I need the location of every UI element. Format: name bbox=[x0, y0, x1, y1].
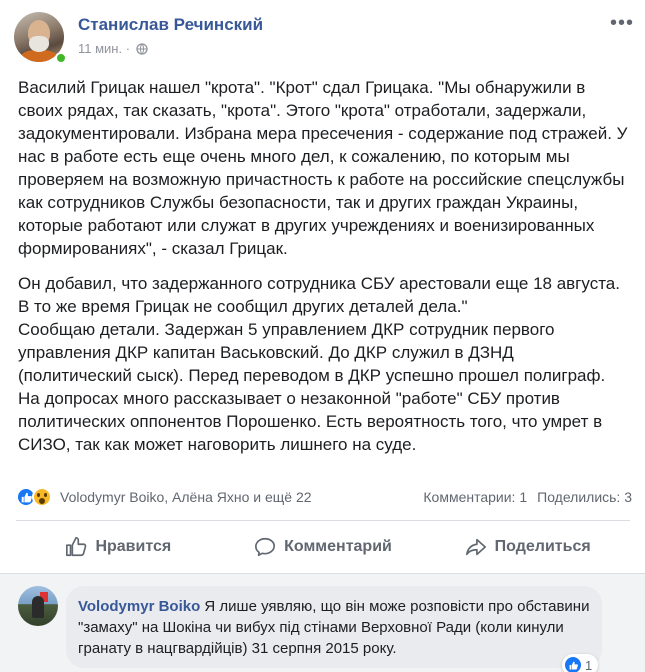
comment-bubble: Volodymyr Boiko Я лише уявляю, що він мо… bbox=[66, 586, 602, 668]
globe-icon bbox=[136, 42, 148, 55]
commenter-avatar[interactable] bbox=[18, 586, 58, 626]
comments-count[interactable]: Комментарии: 1 bbox=[423, 489, 527, 505]
divider bbox=[16, 520, 630, 521]
post-header: Станислав Речинский 11 мин. · ••• bbox=[14, 12, 634, 64]
like-button[interactable]: Нравится bbox=[16, 524, 221, 570]
comment-likes-count: 1 bbox=[585, 657, 593, 672]
online-status-dot bbox=[55, 52, 67, 64]
post-text: Василий Грицак нашел "крота". "Крот" сда… bbox=[18, 76, 630, 468]
wow-reaction-icon bbox=[32, 487, 52, 507]
thumbs-up-icon bbox=[66, 537, 87, 557]
comment-button-label: Комментарий bbox=[284, 538, 392, 555]
more-options-icon[interactable]: ••• bbox=[610, 13, 634, 33]
reaction-names[interactable]: Volodymyr Boiko, Алёна Яхно и ещё 22 bbox=[60, 489, 312, 505]
shares-count[interactable]: Поделились: 3 bbox=[537, 489, 632, 505]
comment-button[interactable]: Комментарий bbox=[221, 524, 426, 570]
author-name[interactable]: Станислав Речинский bbox=[78, 15, 263, 35]
comment-icon bbox=[255, 537, 276, 557]
reaction-icons[interactable] bbox=[16, 487, 52, 507]
share-icon bbox=[465, 538, 486, 556]
share-button-label: Поделиться bbox=[494, 538, 591, 555]
reactions-bar: Volodymyr Boiko, Алёна Яхно и ещё 22 Ком… bbox=[16, 485, 632, 509]
post-meta: 11 мин. · bbox=[78, 41, 148, 56]
comment-author[interactable]: Volodymyr Boiko bbox=[78, 598, 200, 615]
post-time[interactable]: 11 мин. · bbox=[78, 41, 130, 56]
comments-section: Volodymyr Boiko Я лише уявляю, що він мо… bbox=[0, 574, 645, 672]
post-paragraph: Василий Грицак нашел "крота". "Крот" сда… bbox=[18, 78, 628, 258]
post-paragraph: Он добавил, что задержанного сотрудника … bbox=[18, 274, 620, 454]
like-reaction-icon bbox=[565, 657, 581, 672]
post-actions: Нравится Комментарий Поделиться bbox=[16, 524, 630, 570]
like-button-label: Нравится bbox=[95, 538, 172, 555]
comment-reaction-badge[interactable]: 1 bbox=[562, 654, 599, 672]
share-button[interactable]: Поделиться bbox=[425, 524, 630, 570]
